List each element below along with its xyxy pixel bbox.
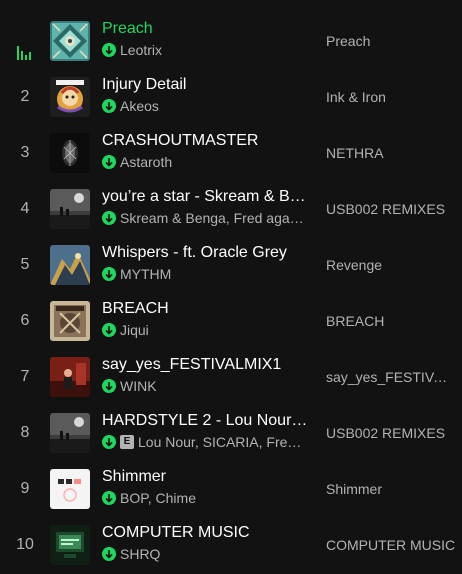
track-number: 2 xyxy=(20,88,30,105)
track-row[interactable]: 3 CRASHOUTMASTER Astaroth NETHRA xyxy=(0,125,462,181)
track-row[interactable]: 8 HARDSTYLE 2 - Lou Nour remix E Lou Nour… xyxy=(0,405,462,461)
downloaded-icon xyxy=(102,99,116,113)
track-number: 9 xyxy=(20,480,30,497)
track-subtitle: Leotrix xyxy=(102,42,308,58)
track-subtitle: BOP, Chime xyxy=(102,490,308,506)
track-artists[interactable]: Akeos xyxy=(120,98,159,114)
album-link[interactable]: COMPUTER MUSIC xyxy=(326,517,456,573)
downloaded-icon xyxy=(102,435,116,449)
track-row[interactable]: Preach Leotrix Preach xyxy=(0,13,462,69)
album-link[interactable]: Preach xyxy=(326,13,456,69)
track-subtitle: Skream & Benga, Fred again.. xyxy=(102,210,308,226)
track-title[interactable]: Shimmer xyxy=(102,467,308,487)
track-subtitle: SHRQ xyxy=(102,546,308,562)
track-row[interactable]: 7 say_yes_FESTIVALMIX1 WINK say_yes_FEST… xyxy=(0,349,462,405)
track-artists[interactable]: Lou Nour, SICARIA, Fred again.. xyxy=(138,434,302,450)
track-row[interactable]: 6 BREACH Jiqui BREACH xyxy=(0,293,462,349)
track-artists[interactable]: Leotrix xyxy=(120,42,162,58)
track-artists[interactable]: Astaroth xyxy=(120,154,172,170)
track-row[interactable]: 10 COMPUTER MUSIC SHRQ COMPUTER MUSIC xyxy=(0,517,462,573)
track-number: 6 xyxy=(20,312,30,329)
track-subtitle: Akeos xyxy=(102,98,308,114)
track-subtitle: Astaroth xyxy=(102,154,308,170)
album-cover[interactable] xyxy=(50,133,90,173)
track-number: 5 xyxy=(20,256,30,273)
album-link[interactable]: Ink & Iron xyxy=(326,69,456,125)
track-subtitle: WINK xyxy=(102,378,308,394)
downloaded-icon xyxy=(102,323,116,337)
now-playing-equalizer-icon xyxy=(17,46,33,60)
album-cover[interactable] xyxy=(50,357,90,397)
track-artists[interactable]: SHRQ xyxy=(120,546,160,562)
album-link[interactable]: say_yes_FESTIVALMIX1 xyxy=(326,349,456,405)
track-number: 7 xyxy=(20,368,30,385)
album-cover[interactable] xyxy=(50,301,90,341)
track-artists[interactable]: WINK xyxy=(120,378,157,394)
track-title[interactable]: you’re a star - Skream & Benga Remix xyxy=(102,187,308,207)
album-link[interactable]: Revenge xyxy=(326,237,456,293)
track-row[interactable]: 5 Whispers - ft. Oracle Grey MYTHM Reven… xyxy=(0,237,462,293)
downloaded-icon xyxy=(102,43,116,57)
album-cover[interactable] xyxy=(50,77,90,117)
track-number: 10 xyxy=(16,536,34,553)
downloaded-icon xyxy=(102,547,116,561)
track-title[interactable]: CRASHOUTMASTER xyxy=(102,131,308,151)
album-cover[interactable] xyxy=(50,21,90,61)
downloaded-icon xyxy=(102,379,116,393)
track-subtitle: Jiqui xyxy=(102,322,308,338)
downloaded-icon xyxy=(102,155,116,169)
track-artists[interactable]: Skream & Benga, Fred again.. xyxy=(120,210,306,226)
track-number: 3 xyxy=(20,144,30,161)
album-link[interactable]: NETHRA xyxy=(326,125,456,181)
downloaded-icon xyxy=(102,491,116,505)
track-subtitle: E Lou Nour, SICARIA, Fred again.. xyxy=(102,434,308,450)
track-number: 4 xyxy=(20,200,30,217)
album-link[interactable]: Shimmer xyxy=(326,461,456,517)
album-cover[interactable] xyxy=(50,525,90,565)
track-artists[interactable]: MYTHM xyxy=(120,266,171,282)
track-title[interactable]: COMPUTER MUSIC xyxy=(102,523,308,543)
album-cover[interactable] xyxy=(50,413,90,453)
track-title[interactable]: Injury Detail xyxy=(102,75,308,95)
album-link[interactable]: USB002 REMIXES xyxy=(326,181,456,237)
track-subtitle: MYTHM xyxy=(102,266,308,282)
track-row[interactable]: 4 you’re a star - Skream & Benga Remix S… xyxy=(0,181,462,237)
track-row[interactable]: 2 Injury Detail Akeos Ink & Iron xyxy=(0,69,462,125)
track-title[interactable]: Preach xyxy=(102,19,308,39)
downloaded-icon xyxy=(102,267,116,281)
downloaded-icon xyxy=(102,211,116,225)
track-artists[interactable]: BOP, Chime xyxy=(120,490,196,506)
track-row[interactable]: 9 Shimmer BOP, Chime Shimmer xyxy=(0,461,462,517)
track-number: 8 xyxy=(20,424,30,441)
album-cover[interactable] xyxy=(50,469,90,509)
track-title[interactable]: say_yes_FESTIVALMIX1 xyxy=(102,355,308,375)
track-title[interactable]: BREACH xyxy=(102,299,308,319)
album-cover[interactable] xyxy=(50,245,90,285)
track-artists[interactable]: Jiqui xyxy=(120,322,149,338)
album-cover[interactable] xyxy=(50,189,90,229)
album-link[interactable]: USB002 REMIXES xyxy=(326,405,456,461)
explicit-badge: E xyxy=(120,435,134,449)
album-link[interactable]: BREACH xyxy=(326,293,456,349)
track-title[interactable]: HARDSTYLE 2 - Lou Nour remix xyxy=(102,411,308,431)
track-title[interactable]: Whispers - ft. Oracle Grey xyxy=(102,243,308,263)
track-list: Preach Leotrix Preach 2 Injury Detail Ak… xyxy=(0,0,462,574)
